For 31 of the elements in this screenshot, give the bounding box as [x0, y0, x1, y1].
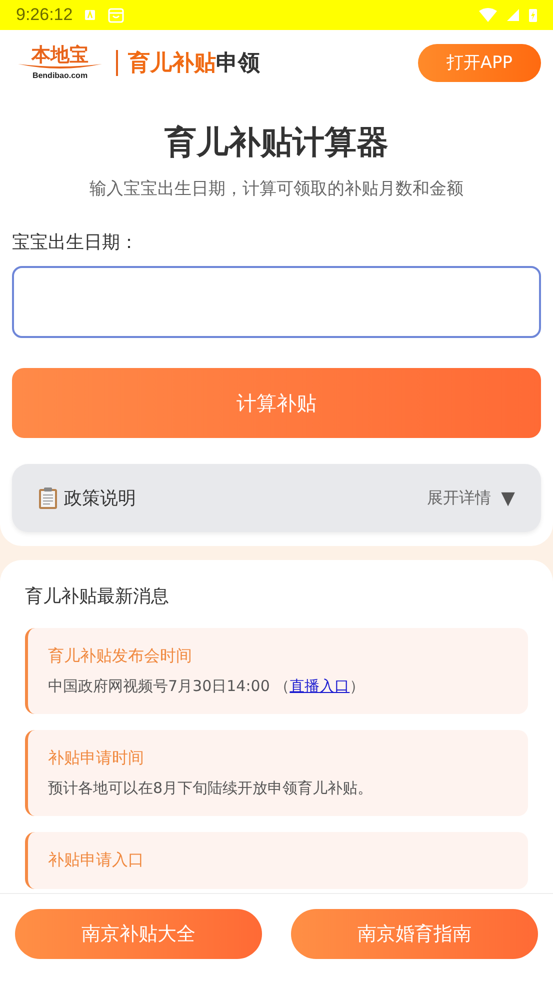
swoosh-icon	[18, 63, 102, 71]
policy-panel[interactable]: 政策说明 展开详情 ▼	[12, 464, 541, 532]
news-item-text: 预计各地可以在8月下旬陆续开放申领育儿补贴。	[48, 779, 374, 798]
brand-title: 育儿补贴	[128, 50, 216, 78]
policy-title: 政策说明	[64, 487, 136, 510]
status-time: 9:26:12	[16, 5, 73, 25]
logo-domain: Bendibao.com	[32, 71, 88, 80]
shopping-bag-icon	[106, 6, 125, 24]
signal-icon	[507, 9, 519, 21]
field-label: 宝宝出生日期：	[12, 231, 139, 254]
calculator-subtitle: 输入宝宝出生日期，计算可领取的补贴月数和金额	[88, 178, 464, 200]
calculator-title: 育儿补贴计算器	[164, 122, 390, 163]
live-link[interactable]: 直播入口	[290, 677, 350, 695]
brand-title-suffix: 申领	[216, 50, 260, 78]
birth-date-field[interactable]	[12, 266, 541, 338]
logo-text: 本地宝	[32, 45, 88, 65]
notification-icon	[82, 8, 97, 22]
footer-button[interactable]: 南京婚育指南	[291, 909, 538, 959]
expand-details-toggle[interactable]: 展开详情	[427, 488, 492, 508]
wifi-icon	[479, 8, 497, 22]
battery-icon	[529, 8, 537, 22]
news-title: 育儿补贴最新消息	[25, 585, 170, 608]
open-app-button[interactable]: 打开APP	[418, 44, 541, 82]
calculate-button[interactable]: 计算补贴	[12, 368, 541, 438]
caret-icon: ▼	[501, 488, 515, 508]
clipboard-icon	[38, 487, 58, 509]
news-item-title: 补贴申请入口	[48, 850, 145, 871]
news-item-title: 补贴申请时间	[48, 748, 145, 769]
footer-button[interactable]: 南京补贴大全	[15, 909, 262, 959]
news-item-text: 中国政府网视频号7月30日14:00 （直播入口）	[48, 677, 366, 696]
news-item-title: 育儿补贴发布会时间	[48, 646, 193, 667]
